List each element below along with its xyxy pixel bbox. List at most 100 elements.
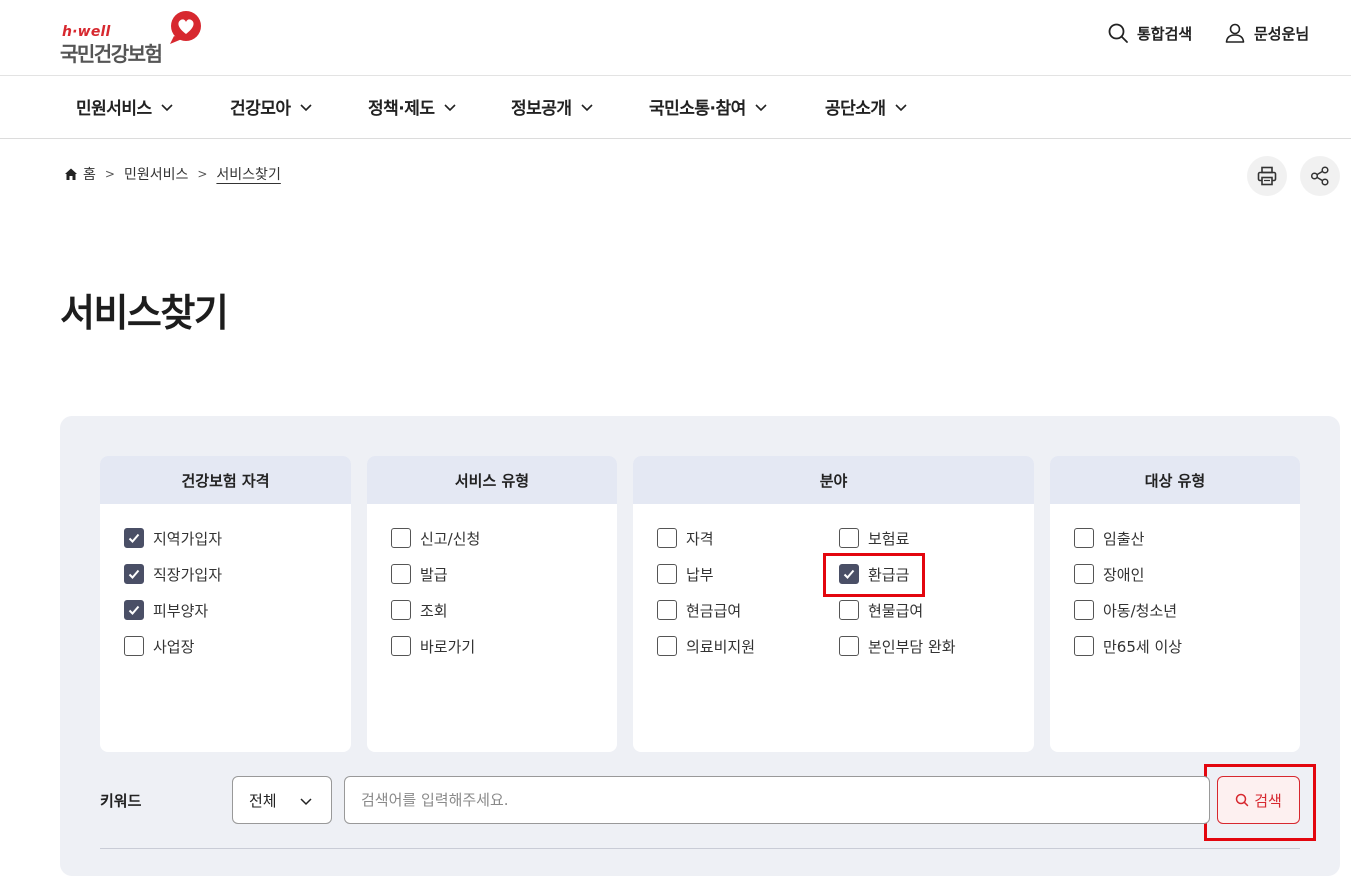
checkbox-option[interactable]: 장애인: [1074, 563, 1144, 585]
chevron-right-icon: >: [197, 167, 208, 181]
chevron-down-icon: [894, 103, 907, 111]
user-icon: [1225, 23, 1245, 43]
breadcrumb-home[interactable]: 홈: [83, 164, 96, 184]
share-button[interactable]: [1300, 156, 1340, 196]
checkbox-unchecked[interactable]: [839, 528, 859, 548]
chevron-down-icon: [299, 103, 312, 111]
nav-item-about[interactable]: 공단소개: [825, 94, 908, 119]
option-label: 신고/신청: [420, 529, 481, 548]
checkbox-unchecked[interactable]: [839, 636, 859, 656]
checkbox-unchecked[interactable]: [391, 528, 411, 548]
nav-item-participation[interactable]: 국민소통·참여: [649, 94, 768, 119]
checkbox-option[interactable]: 사업장: [124, 635, 194, 657]
panel-divider: [100, 848, 1300, 849]
search-icon: [1235, 793, 1249, 807]
checkbox-option[interactable]: 직장가입자: [124, 563, 222, 585]
checkbox-option[interactable]: 의료비지원: [657, 635, 755, 657]
breadcrumb-civil-service[interactable]: 민원서비스: [124, 164, 188, 184]
option-label: 의료비지원: [686, 637, 756, 656]
nhis-logo[interactable]: h·well 국민건강보험: [60, 10, 210, 66]
checkbox-checked[interactable]: [124, 600, 144, 620]
option-label: 지역가입자: [153, 529, 223, 548]
breadcrumb-current[interactable]: 서비스찾기: [216, 164, 280, 184]
heart-logo-icon: [170, 11, 201, 44]
search-button-label: 검색: [1254, 791, 1282, 810]
checkbox-option[interactable]: 조회: [391, 599, 448, 621]
chevron-down-icon: [161, 103, 173, 111]
checkbox-checked[interactable]: [124, 528, 144, 548]
checkbox-option[interactable]: 보험료: [839, 527, 909, 549]
search-button[interactable]: 검색: [1217, 776, 1300, 824]
search-label: 통합검색: [1137, 24, 1193, 43]
option-label: 바로가기: [420, 637, 476, 656]
checkbox-unchecked[interactable]: [657, 564, 677, 584]
top-header: h·well 국민건강보험 통합검색 문성운님: [0, 0, 1351, 76]
checkbox-option[interactable]: 아동/청소년: [1074, 599, 1177, 621]
option-label: 임출산: [1103, 529, 1145, 548]
nav-item-policy[interactable]: 정책·제도: [368, 94, 457, 119]
filter-box-field: 분야 자격 보험료 납부 환급금 현금급여 현물급여 의료비지원 본인부담 완화: [633, 456, 1034, 752]
checkbox-unchecked[interactable]: [839, 600, 859, 620]
checkbox-option[interactable]: 만65세 이상: [1074, 635, 1182, 657]
nav-item-info-disclosure[interactable]: 정보공개: [511, 94, 594, 119]
chevron-right-icon: >: [104, 167, 115, 181]
checkbox-option[interactable]: 임출산: [1074, 527, 1144, 549]
page-title: 서비스찾기: [60, 291, 229, 335]
filter-box-title: 대상 유형: [1050, 456, 1300, 504]
user-name: 문성운님: [1254, 24, 1310, 43]
checkbox-option[interactable]: 발급: [391, 563, 448, 585]
checkbox-option[interactable]: 납부: [657, 563, 714, 585]
home-icon[interactable]: [64, 167, 78, 181]
filter-box-title: 서비스 유형: [367, 456, 617, 504]
filter-box-target: 대상 유형 임출산 장애인 아동/청소년 만65세 이상: [1050, 456, 1300, 752]
filter-box-service-type: 서비스 유형 신고/신청 발급 조회 바로가기: [367, 456, 617, 752]
checkbox-option[interactable]: 지역가입자: [124, 527, 222, 549]
checkbox-unchecked[interactable]: [391, 564, 411, 584]
checkbox-option[interactable]: 자격: [657, 527, 714, 549]
user-menu-button[interactable]: 문성운님: [1224, 21, 1309, 45]
print-button[interactable]: [1247, 156, 1287, 196]
option-label: 현금급여: [686, 601, 742, 620]
check-icon: [128, 569, 140, 579]
checkbox-option[interactable]: 현금급여: [657, 599, 741, 621]
option-label: 아동/청소년: [1103, 601, 1178, 620]
checkbox-unchecked[interactable]: [1074, 636, 1094, 656]
checkbox-checked[interactable]: [124, 564, 144, 584]
search-icon: [1108, 23, 1128, 43]
keyword-label: 키워드: [100, 792, 142, 810]
option-label: 현물급여: [868, 601, 924, 620]
checkbox-option[interactable]: 신고/신청: [391, 527, 480, 549]
checkbox-option[interactable]: 본인부담 완화: [839, 635, 956, 657]
filter-box-title: 분야: [633, 456, 1034, 504]
checkbox-unchecked[interactable]: [391, 600, 411, 620]
filter-box-eligibility: 건강보험 자격 지역가입자 직장가입자 피부양자 사업장: [100, 456, 351, 752]
share-icon: [1310, 166, 1329, 186]
checkbox-unchecked[interactable]: [1074, 528, 1094, 548]
nav-item-health-moa[interactable]: 건강모아: [230, 94, 313, 119]
filter-box-title: 건강보험 자격: [100, 456, 351, 504]
option-label: 본인부담 완화: [868, 637, 956, 656]
option-label: 발급: [420, 565, 448, 584]
option-label: 만65세 이상: [1103, 637, 1183, 656]
checkbox-option[interactable]: 바로가기: [391, 635, 475, 657]
checkbox-unchecked[interactable]: [1074, 564, 1094, 584]
checkbox-unchecked[interactable]: [124, 636, 144, 656]
option-label: 보험료: [868, 529, 910, 548]
nav-item-civil-service[interactable]: 민원서비스: [76, 94, 174, 119]
integrated-search-button[interactable]: 통합검색: [1107, 21, 1192, 45]
keyword-search-input[interactable]: [344, 776, 1210, 824]
option-label: 자격: [686, 529, 714, 548]
checkbox-unchecked[interactable]: [1074, 600, 1094, 620]
option-label: 조회: [420, 601, 448, 620]
nav-label: 공단소개: [825, 99, 886, 119]
checkbox-option[interactable]: 현물급여: [839, 599, 923, 621]
nav-label: 국민소통·참여: [649, 99, 746, 119]
checkbox-unchecked[interactable]: [657, 600, 677, 620]
checkbox-unchecked[interactable]: [657, 528, 677, 548]
keyword-scope-select[interactable]: 전체: [232, 776, 332, 824]
checkbox-unchecked[interactable]: [391, 636, 411, 656]
checkbox-option[interactable]: 피부양자: [124, 599, 208, 621]
option-label: 피부양자: [153, 601, 209, 620]
checkbox-unchecked[interactable]: [657, 636, 677, 656]
option-label: 납부: [686, 565, 714, 584]
